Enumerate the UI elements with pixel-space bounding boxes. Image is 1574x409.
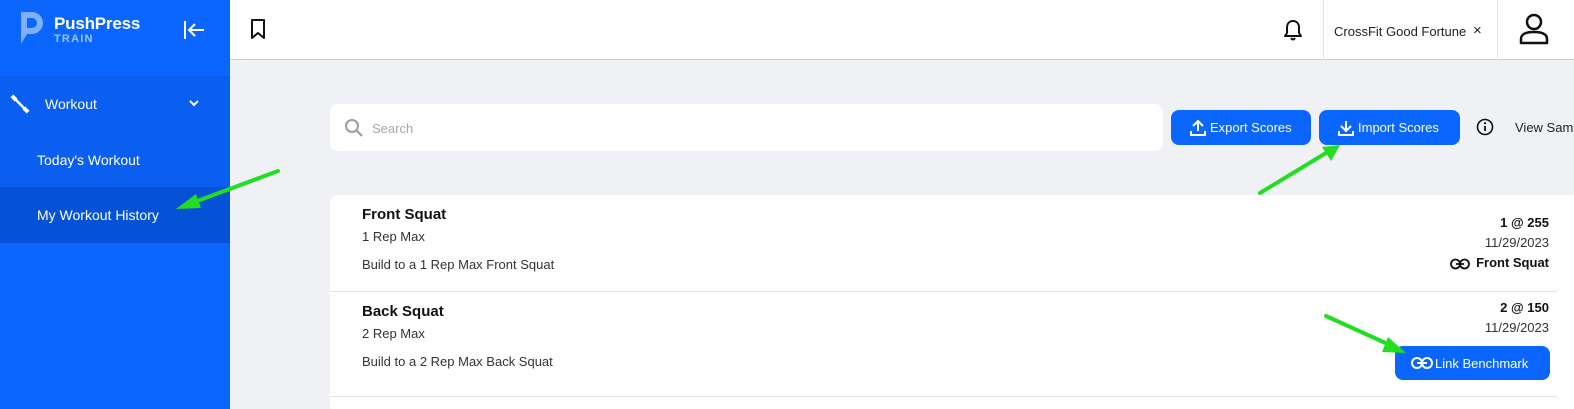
sidebar-item-label: My Workout History xyxy=(37,207,159,223)
bell-icon[interactable] xyxy=(1282,18,1304,42)
brand-logo[interactable]: PushPress TRAIN xyxy=(18,10,168,50)
workout-icon xyxy=(10,94,30,114)
user-icon[interactable] xyxy=(1518,12,1550,46)
import-scores-label: Import Scores xyxy=(1358,120,1439,135)
sidebar: PushPress TRAIN Workout Today's Workout … xyxy=(0,0,230,409)
search-input[interactable] xyxy=(372,116,1132,140)
view-sample-link[interactable]: View Sam xyxy=(1515,120,1573,135)
workout-subtitle: 1 Rep Max xyxy=(362,229,425,244)
search-icon xyxy=(345,119,363,137)
workout-subtitle: 2 Rep Max xyxy=(362,326,425,341)
gym-selector[interactable]: CrossFit Good Fortune × xyxy=(1323,0,1498,60)
upload-icon xyxy=(1190,119,1206,136)
annotation-arrow xyxy=(1258,145,1340,195)
sidebar-item-my-workout-history[interactable]: My Workout History xyxy=(0,187,230,243)
workout-description: Build to a 2 Rep Max Back Squat xyxy=(362,354,553,369)
export-scores-button[interactable]: Export Scores xyxy=(1171,110,1311,145)
export-scores-label: Export Scores xyxy=(1210,120,1292,135)
search-box[interactable] xyxy=(330,104,1163,151)
sidebar-item-todays-workout[interactable]: Today's Workout xyxy=(0,132,230,188)
pushpress-logo-icon xyxy=(21,12,43,44)
link-icon xyxy=(1411,357,1433,369)
chevron-down-icon xyxy=(189,100,199,107)
workout-score: 1 @ 255 xyxy=(1500,215,1549,230)
bookmark-icon[interactable] xyxy=(248,18,268,40)
workout-title: Front Squat xyxy=(362,206,447,223)
workout-date: 11/29/2023 xyxy=(1484,320,1549,335)
brand-name: PushPress xyxy=(54,14,141,33)
link-benchmark-label: Link Benchmark xyxy=(1435,356,1529,371)
workout-title: Back Squat xyxy=(362,303,444,320)
linked-benchmark[interactable]: Front Squat xyxy=(1450,255,1549,270)
import-scores-button[interactable]: Import Scores xyxy=(1319,110,1460,145)
workout-score: 2 @ 150 xyxy=(1500,300,1549,315)
workout-description: Build to a 1 Rep Max Front Squat xyxy=(362,257,555,272)
info-icon[interactable] xyxy=(1476,118,1494,136)
sidebar-item-label: Today's Workout xyxy=(37,152,140,168)
sidebar-group-label: Workout xyxy=(45,96,97,112)
topbar: CrossFit Good Fortune × xyxy=(230,0,1574,60)
workout-row[interactable]: Back Squat 2 Rep Max Build to a 2 Rep Ma… xyxy=(330,292,1557,397)
download-icon xyxy=(1338,121,1354,136)
workout-history-list: Front Squat 1 Rep Max Build to a 1 Rep M… xyxy=(330,195,1574,409)
workout-row[interactable]: Front Squat 1 Rep Max Build to a 1 Rep M… xyxy=(330,195,1557,292)
workout-date: 11/29/2023 xyxy=(1484,235,1549,250)
link-benchmark-button[interactable]: Link Benchmark xyxy=(1395,346,1550,380)
linked-benchmark-label: Front Squat xyxy=(1476,255,1549,270)
collapse-sidebar-icon[interactable] xyxy=(180,16,208,44)
link-icon xyxy=(1450,258,1470,269)
gym-name: CrossFit Good Fortune xyxy=(1334,24,1467,39)
sidebar-group-workout[interactable]: Workout xyxy=(0,76,230,132)
gym-close-icon[interactable]: × xyxy=(1473,22,1482,39)
brand-product: TRAIN xyxy=(54,33,94,45)
